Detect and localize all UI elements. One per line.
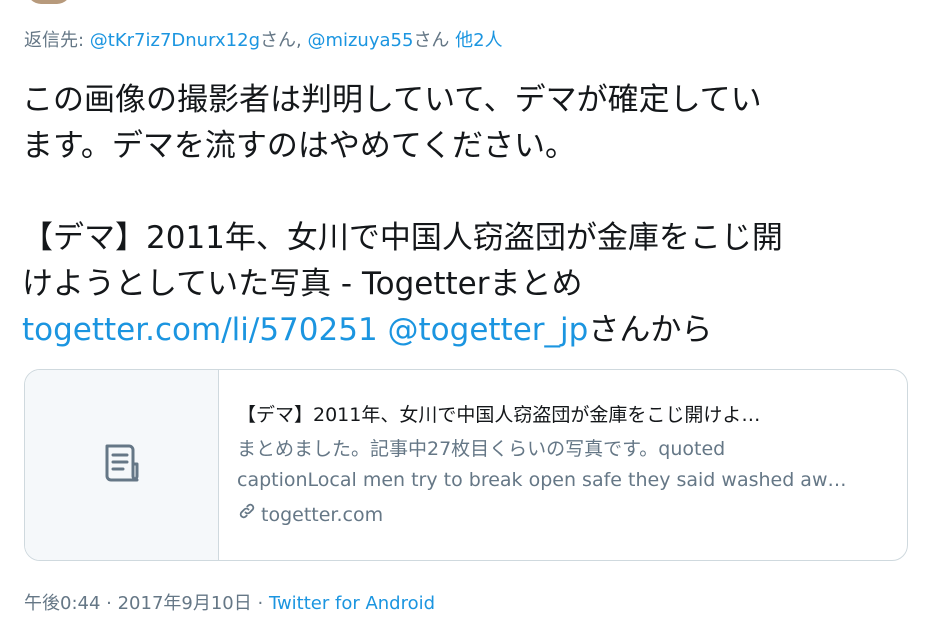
tweet-line-2: ます。デマを流すのはやめてください。 xyxy=(22,128,576,164)
tweet-meta: 午後0:44 · 2017年9月10日 · Twitter for Androi… xyxy=(24,590,435,618)
card-domain-text: togetter.com xyxy=(261,504,384,526)
link-card[interactable]: 【デマ】2011年、女川で中国人窃盗団が金庫をこじ開けよ… まとめました。記事中… xyxy=(24,369,908,561)
card-description-line-2: captionLocal men try to break open safe … xyxy=(237,469,847,491)
tweet-url-link[interactable]: togetter.com/li/570251 xyxy=(22,312,378,348)
reply-others-link[interactable]: 他2人 xyxy=(455,30,502,51)
mention-tail: さんから xyxy=(588,312,713,348)
card-description: まとめました。記事中27枚目くらいの写真です。quoted captionLoc… xyxy=(237,434,877,496)
reply-user-link-2[interactable]: @mizuya55 xyxy=(307,30,413,51)
document-icon xyxy=(99,440,145,490)
reply-prefix: 返信先: xyxy=(24,30,90,51)
tweet-date[interactable]: 2017年9月10日 xyxy=(118,593,252,614)
reply-to-line: 返信先: @tKr7iz7Dnurx12gさん, @mizuya55さん 他2人 xyxy=(24,28,503,54)
tweet-detail: 返信先: @tKr7iz7Dnurx12gさん, @mizuya55さん 他2人… xyxy=(0,0,929,633)
tweet-source-link[interactable]: Twitter for Android xyxy=(269,593,435,614)
link-space xyxy=(378,312,388,348)
card-body: 【デマ】2011年、女川で中国人窃盗団が金庫をこじ開けよ… まとめました。記事中… xyxy=(219,370,907,560)
card-domain: togetter.com xyxy=(237,500,885,530)
card-thumbnail xyxy=(25,370,219,560)
tweet-text: この画像の撮影者は判明していて、デマが確定してい ます。デマを流すのはやめてくだ… xyxy=(22,77,912,353)
meta-separator-2: · xyxy=(251,593,269,614)
link-icon xyxy=(237,500,257,530)
paragraph-break xyxy=(22,169,912,215)
meta-separator-1: · xyxy=(100,593,118,614)
tweet-time[interactable]: 午後0:44 xyxy=(24,593,100,614)
reply-user-link-1[interactable]: @tKr7iz7Dnurx12g xyxy=(90,30,260,51)
tweet-line-1: この画像の撮影者は判明していて、デマが確定してい xyxy=(22,82,762,118)
reply-suffix-2: さん xyxy=(413,30,456,51)
tweet-line-4: けようとしていた写真 - Togetterまとめ xyxy=(22,266,583,302)
card-description-line-1: まとめました。記事中27枚目くらいの写真です。quoted xyxy=(237,438,726,460)
tweet-line-5: togetter.com/li/570251 @togetter_jpさんから xyxy=(22,307,912,353)
reply-suffix-1: さん, xyxy=(260,30,308,51)
card-title: 【デマ】2011年、女川で中国人窃盗団が金庫をこじ開けよ… xyxy=(237,404,761,426)
tweet-line-3: 【デマ】2011年、女川で中国人窃盗団が金庫をこじ開 xyxy=(22,220,783,256)
mention-link[interactable]: @togetter_jp xyxy=(388,312,589,348)
avatar[interactable] xyxy=(27,0,71,4)
